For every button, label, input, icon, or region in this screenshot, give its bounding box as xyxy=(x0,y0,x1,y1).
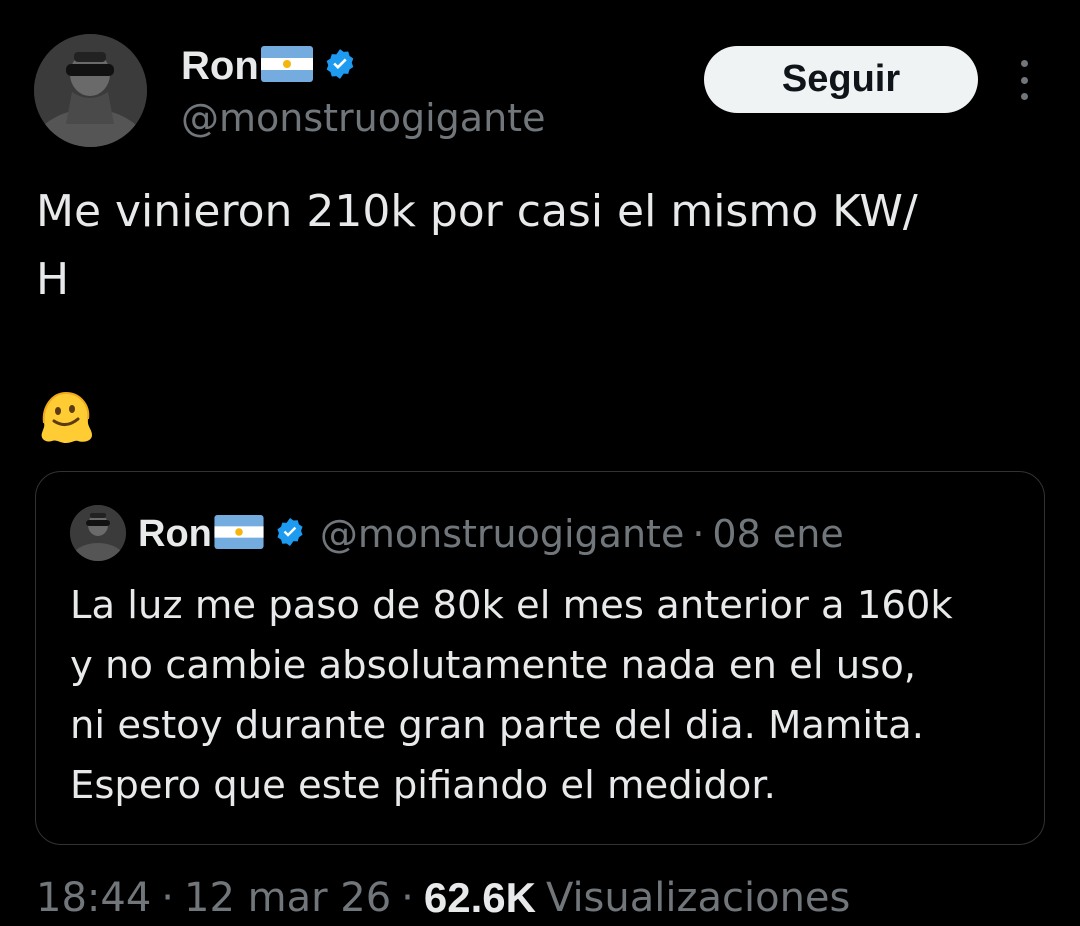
tweet-date[interactable]: 12 mar 26 xyxy=(184,875,391,921)
author-name[interactable]: Ron xyxy=(181,44,259,89)
verified-badge-icon[interactable] xyxy=(323,47,357,85)
views-label[interactable]: Visualizaciones xyxy=(546,875,850,921)
author-handle[interactable]: @monstruogigante xyxy=(181,96,545,140)
follow-button[interactable]: Seguir xyxy=(704,46,978,113)
quoted-header: Ron @monstruogigante · 08 ene xyxy=(138,508,844,560)
separator-dot: · xyxy=(692,512,705,556)
more-dot xyxy=(1020,60,1028,67)
views-count[interactable]: 62.6K xyxy=(424,874,536,922)
author-avatar[interactable] xyxy=(34,34,147,147)
quoted-tweet-text: La luz me paso de 80k el mes anterior a … xyxy=(70,583,953,808)
verified-badge-icon xyxy=(274,516,306,552)
more-dot xyxy=(1020,93,1028,100)
quoted-author-handle: @monstruogigante xyxy=(319,512,685,556)
author-name-row[interactable]: Ron xyxy=(181,38,357,94)
argentina-flag-icon xyxy=(260,46,313,86)
melting-face-emoji xyxy=(36,387,96,451)
quoted-author-avatar[interactable] xyxy=(70,505,126,561)
separator-dot: · xyxy=(401,875,414,921)
tweet-text: Me vinieron 210k por casi el mismo KW/ H xyxy=(36,186,918,305)
quoted-tweet-card[interactable]: Ron @monstruogigante · 08 ene La luz me … xyxy=(35,471,1045,845)
quoted-date: 08 ene xyxy=(712,512,844,556)
quoted-author-name: Ron xyxy=(138,512,212,555)
argentina-flag-icon xyxy=(214,515,264,553)
more-dot xyxy=(1020,76,1028,84)
separator-dot: · xyxy=(161,875,174,921)
tweet-time[interactable]: 18:44 xyxy=(36,875,151,921)
more-vertical-icon[interactable] xyxy=(1006,60,1042,100)
tweet-meta: 18:44 · 12 mar 26 · 62.6K Visualizacione… xyxy=(36,870,850,926)
